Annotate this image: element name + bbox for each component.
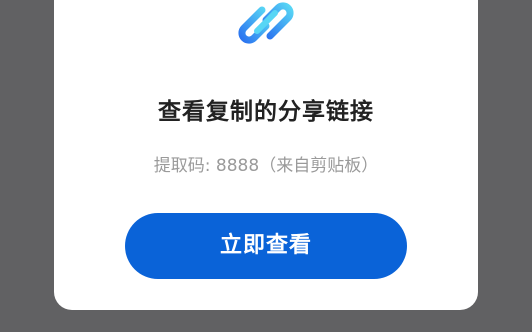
view-now-button[interactable]: 立即查看 [125,213,407,279]
link-icon [238,2,294,44]
screen: 查看复制的分享链接 提取码: 8888（来自剪贴板） 立即查看 [0,0,532,332]
extraction-code-text: 提取码: 8888（来自剪贴板） [153,156,379,176]
dialog-title: 查看复制的分享链接 [158,99,374,125]
